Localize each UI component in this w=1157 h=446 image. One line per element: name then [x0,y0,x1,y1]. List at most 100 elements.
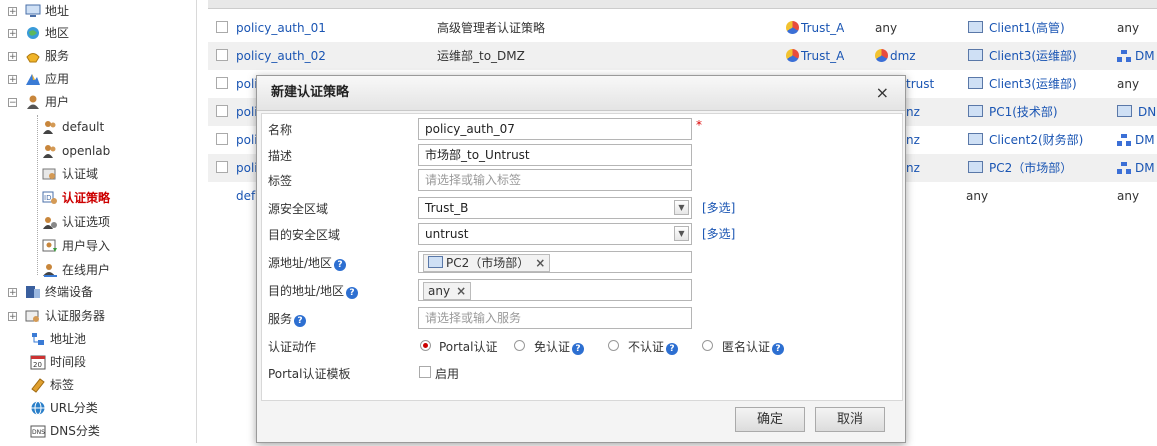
help-icon[interactable]: ? [346,287,359,299]
help-icon[interactable]: ? [334,259,347,271]
form-row-destination-zone: 目的安全区域 untrust ▼ [多选] [262,223,902,247]
tree-item-label: 时间段 [50,355,87,369]
dialog-titlebar[interactable]: 新建认证策略 × [257,76,905,111]
expand-icon[interactable]: + [8,287,17,297]
source-zone-select[interactable]: Trust_B ▼ [418,197,692,219]
tree-item-default[interactable]: default [42,116,104,138]
tree-item-openlab[interactable]: openlab [42,140,110,162]
pc-icon [968,77,983,89]
service-input[interactable]: 请选择或输入服务 [418,307,692,329]
destination-zone-multiselect-link[interactable]: [多选] [702,225,735,242]
row-checkbox[interactable] [216,21,228,33]
tree-item-label: 认证服务器 [45,309,106,323]
no-auth-radio[interactable] [608,340,619,351]
collapse-icon[interactable]: − [8,97,17,107]
source-zone-multiselect-link[interactable]: [多选] [702,199,735,216]
portal-template-label: Portal认证模板 [268,367,351,381]
tree-item-label: 应用 [45,72,70,86]
policy-name-link[interactable]: poli [236,98,258,126]
tag-input[interactable]: 请选择或输入标签 [418,169,692,191]
table-row[interactable]: policy_auth_02 运维部_to_DMZ Trust_A dmz Cl… [208,42,1157,70]
tree-item-auth-server[interactable]: + 认证服务器 [8,305,105,327]
portal-auth-radio[interactable] [420,340,431,351]
destination-zone: trust [906,77,935,91]
tree-connector-line [37,115,38,275]
tree-item-address[interactable]: + 地址 [8,0,69,22]
policy-name-link[interactable]: poli [236,70,258,98]
close-icon[interactable]: × [876,76,889,110]
zone-icon [786,21,799,34]
policy-name-link[interactable]: policy_auth_01 [236,14,326,42]
row-checkbox[interactable] [216,77,228,89]
remove-tag-icon[interactable]: × [535,256,545,270]
tree-item-application[interactable]: + 应用 [8,68,69,90]
policy-name-link[interactable]: poli [236,126,258,154]
cancel-button[interactable]: 取消 [815,407,885,432]
policy-name-link[interactable]: poli [236,154,258,182]
time-range-icon: 20 [30,354,46,370]
network-icon [1117,134,1131,146]
no-auth-required-radio[interactable] [514,340,525,351]
ok-button[interactable]: 确定 [735,407,805,432]
user-icon [25,94,41,110]
source-address: Client3(运维部) [968,42,1077,70]
help-icon[interactable]: ? [294,315,307,327]
help-icon[interactable]: ? [772,343,785,355]
expand-icon[interactable]: + [8,51,17,61]
tree-item-dns-category[interactable]: DNS DNS分类 [30,420,100,442]
tree-item-label: 在线用户 [62,263,111,277]
enable-checkbox[interactable] [419,366,431,378]
tree-item-region[interactable]: + 地区 [8,22,69,44]
no-auth-label: 不认证? [628,338,679,355]
tree-item-label: 服务 [45,49,70,63]
row-checkbox[interactable] [216,161,228,173]
tree-item-label: 标签 [50,378,75,392]
remove-tag-icon[interactable]: × [456,284,466,298]
tree-item-url-category[interactable]: URL分类 [30,397,98,419]
form-row-name: 名称 policy_auth_07 * [262,118,902,142]
tree-item-label: 用户 [45,95,70,109]
chevron-down-icon[interactable]: ▼ [674,200,689,215]
tree-item-label: 认证域 [62,167,99,181]
expand-icon[interactable]: + [8,6,17,16]
source-address-input[interactable]: PC2（市场部） × [418,251,692,273]
row-checkbox[interactable] [216,133,228,145]
expand-icon[interactable]: + [8,74,17,84]
anonymous-auth-label: 匿名认证? [722,338,785,355]
tree-item-auth-options[interactable]: 认证选项 [42,211,110,233]
help-icon[interactable]: ? [572,343,585,355]
destination-zone: nz [906,133,920,147]
row-checkbox[interactable] [216,105,228,117]
destination-address: DM [1117,126,1155,154]
destination-address-input[interactable]: any × [418,279,692,301]
tree-item-service[interactable]: + 服务 [8,45,69,67]
tree-item-label: 地区 [45,26,70,40]
tree-item-user[interactable]: − 用户 [8,91,69,113]
description-input[interactable]: 市场部_to_Untrust [418,144,692,166]
row-checkbox[interactable] [216,49,228,61]
anonymous-auth-radio[interactable] [702,340,713,351]
pc-icon [428,256,443,268]
tree-item-user-import[interactable]: 用户导入 [42,235,110,257]
policy-name-link[interactable]: policy_auth_02 [236,42,326,70]
expand-icon[interactable]: + [8,311,17,321]
name-input[interactable]: policy_auth_07 [418,118,692,140]
tree-item-terminal-device[interactable]: + 终端设备 [8,281,93,303]
tree-item-online-user[interactable]: 在线用户 [42,259,110,281]
chevron-down-icon[interactable]: ▼ [674,226,689,241]
tree-item-auth-domain[interactable]: 认证域 [42,163,98,185]
destination-address: any [1117,189,1140,203]
user-group-icon [42,119,58,135]
table-row[interactable]: policy_auth_01 高级管理者认证策略 Trust_A any Cli… [208,14,1157,42]
form-row-auth-action: 认证动作 Portal认证 免认证? 不认证? 匿名认证? [262,335,902,359]
auth-policy-icon: ID [42,190,58,206]
destination-zone-select[interactable]: untrust ▼ [418,223,692,245]
online-user-icon [42,262,58,278]
tree-item-auth-policy[interactable]: ID 认证策略 [42,187,110,209]
expand-icon[interactable]: + [8,28,17,38]
tree-item-address-pool[interactable]: 地址池 [30,328,86,350]
help-icon[interactable]: ? [666,343,679,355]
tree-item-time-range[interactable]: 20 时间段 [30,351,86,373]
table-header [208,0,1157,9]
tree-item-tag[interactable]: 标签 [30,374,74,396]
